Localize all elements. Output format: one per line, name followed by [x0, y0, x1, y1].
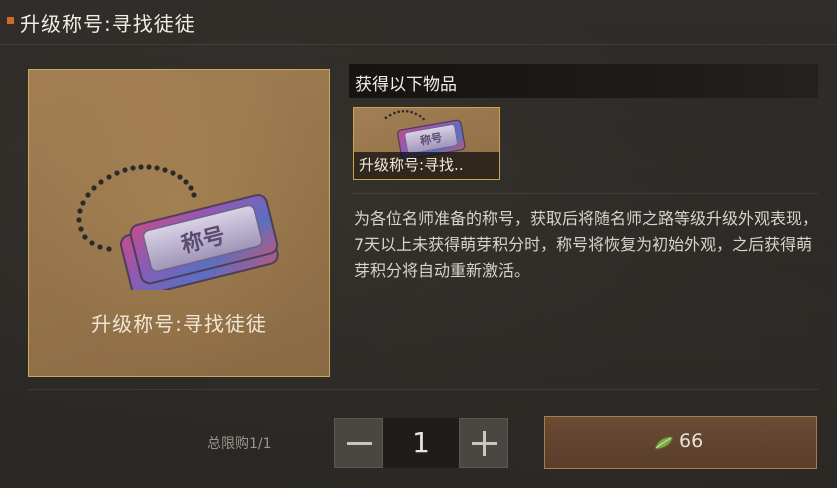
dogtag-icon: 称号 [76, 164, 279, 290]
item-description: 为各位名师准备的称号，获取后将随名师之路等级升级外观表现，7天以上未获得萌芽积分… [354, 209, 819, 280]
rewards-heading: 获得以下物品 [355, 75, 457, 95]
buy-price: 66 [679, 430, 704, 452]
title-bar: 升级称号:寻找徒徒 [0, 0, 837, 45]
increase-quantity-button[interactable] [459, 418, 508, 468]
item-name: 升级称号:寻找徒徒 [91, 312, 267, 336]
title-marker-icon [7, 17, 14, 24]
purchase-limit-text: 总限购1/1 [207, 436, 272, 452]
page-title: 升级称号:寻找徒徒 [20, 12, 196, 36]
divider [28, 389, 818, 390]
minus-icon [347, 442, 372, 445]
quantity-value[interactable]: 1 [383, 418, 459, 468]
buy-button[interactable]: 66 [544, 416, 817, 469]
reward-item-slot[interactable]: 称号 升级称号:寻找.. [353, 107, 500, 180]
item-preview-panel: 称号 升级称号:寻找徒徒 [28, 69, 330, 377]
leaf-icon [654, 436, 674, 450]
quantity-stepper: 1 [334, 418, 508, 468]
rewards-header: 获得以下物品 [349, 64, 818, 98]
reward-item-label: 升级称号:寻找.. [354, 152, 499, 179]
decrease-quantity-button[interactable] [334, 418, 383, 468]
divider [352, 193, 818, 194]
